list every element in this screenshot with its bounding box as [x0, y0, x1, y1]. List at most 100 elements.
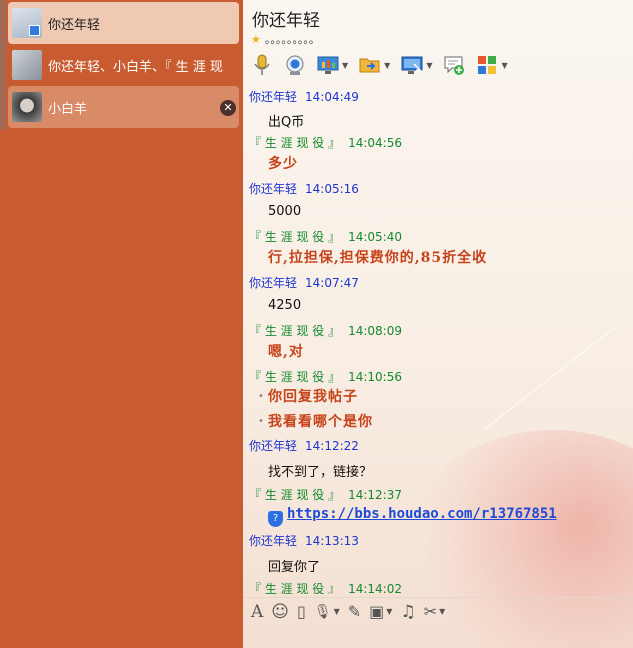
message-header: 『 生 涯 现 役 』 14:10:56 — [249, 368, 402, 385]
message-link-row: ? https://bbs.houdao.com/r13767851 — [268, 506, 557, 527]
sender-name: 『 生 涯 现 役 』 — [249, 136, 341, 150]
bullet-icon: • — [258, 391, 264, 402]
sender-name: 『 生 涯 现 役 』 — [249, 230, 341, 244]
microphone-icon — [251, 54, 273, 76]
star-icon: ★ — [251, 33, 261, 46]
message-header: 你还年轻 14:05:16 — [249, 180, 359, 197]
conversation-name: 你还年轻 — [48, 17, 101, 33]
font-icon: A — [251, 601, 264, 622]
sender-name: 『 生 涯 现 役 』 — [249, 324, 341, 338]
signature-text: 。。。。。。。。。 — [264, 33, 320, 46]
message-time: 14:07:47 — [305, 276, 359, 290]
message-time: 14:04:49 — [305, 90, 359, 104]
voice-call-button[interactable] — [251, 54, 273, 76]
screen-share-button[interactable]: ▼ — [317, 54, 348, 76]
voice-message-button[interactable]: 🎙 ▼ — [314, 604, 340, 620]
security-shield-icon: ? — [268, 511, 283, 527]
chat-log[interactable]: 你还年轻 14:04:49 出Q币 『 生 涯 现 役 』 14:04:56 多少 … — [243, 86, 633, 594]
screenshot-icon: ✂ — [423, 602, 438, 621]
emoji-icon: ☺ — [271, 601, 290, 622]
sender-name: 『 生 涯 现 役 』 — [249, 582, 341, 594]
vibrate-button[interactable]: ▯ — [297, 602, 306, 621]
sidebar-edge — [0, 0, 6, 648]
message-header: 『 生 涯 现 役 』 14:05:40 — [249, 228, 402, 245]
message-text: 嗯,对 — [268, 344, 304, 360]
avatar — [12, 50, 42, 80]
image-icon: ▣ — [369, 602, 385, 621]
chevron-down-icon[interactable]: ▼ — [342, 61, 348, 70]
music-button[interactable]: ♫ — [400, 602, 415, 622]
chevron-down-icon: ▼ — [439, 607, 446, 616]
chevron-down-icon[interactable]: ▼ — [426, 61, 432, 70]
chat-title: 你还年轻 — [252, 11, 320, 31]
message-time: 14:12:22 — [305, 439, 359, 453]
message-header: 你还年轻 14:13:13 — [249, 532, 359, 549]
music-icon: ♫ — [400, 601, 416, 622]
handwriting-button[interactable]: ✎ — [348, 602, 361, 621]
message-header: 『 生 涯 现 役 』 14:08:09 — [249, 322, 402, 339]
message-text: 多少 — [268, 156, 298, 172]
conversation-item-1[interactable]: 你还年轻 — [8, 2, 239, 44]
chat-toolbar: ▼ ▼ ▼ ▼ — [251, 52, 519, 78]
sender-name: 『 生 涯 现 役 』 — [249, 488, 341, 502]
message-link[interactable]: https://bbs.houdao.com/r13767851 — [287, 506, 557, 522]
message-time: 14:12:37 — [348, 488, 402, 502]
vibrate-icon: ▯ — [297, 602, 306, 621]
conversation-item-3[interactable]: 小白羊 ✕ — [8, 86, 239, 128]
message-header: 你还年轻 14:04:49 — [249, 88, 359, 105]
conversation-sidebar: 你还年轻 你还年轻、小白羊、『 生 涯 现 小白羊 ✕ — [0, 0, 243, 648]
message-text: 5000 — [268, 204, 302, 219]
create-group-button[interactable] — [443, 54, 465, 76]
apps-button[interactable]: ▼ — [476, 54, 508, 76]
bullet-icon: • — [258, 416, 264, 427]
message-time: 14:13:13 — [305, 534, 359, 548]
sender-name: 你还年轻 — [249, 534, 298, 548]
chevron-down-icon[interactable]: ▼ — [501, 61, 507, 70]
sender-name: 『 生 涯 现 役 』 — [249, 370, 341, 384]
input-toolbar: A ☺ ▯ 🎙 ▼ ✎ ▣ ▼ ♫ ✂ ▼ — [243, 597, 633, 625]
screenshot-button[interactable]: ✂ ▼ — [424, 602, 446, 621]
chat-window: 你还年轻 ★。。。。。。。。。 ▼ ▼ ▼ ▼ 你还年轻 14:04:49 出Q… — [243, 0, 633, 648]
message-header: 你还年轻 14:12:22 — [249, 437, 359, 454]
send-file-icon — [359, 54, 381, 76]
screen-share-icon — [317, 54, 339, 76]
conversation-item-2[interactable]: 你还年轻、小白羊、『 生 涯 现 — [8, 44, 239, 86]
emoji-button[interactable]: ☺ — [271, 602, 289, 622]
message-header: 『 生 涯 现 役 』 14:12:37 — [249, 486, 402, 503]
voice-message-icon: 🎙 — [313, 603, 332, 620]
avatar — [12, 92, 42, 122]
sender-name: 你还年轻 — [249, 182, 298, 196]
image-button[interactable]: ▣ ▼ — [369, 602, 392, 621]
remote-desktop-button[interactable]: ▼ — [401, 54, 432, 76]
signature-line: ★。。。。。。。。。 — [251, 31, 320, 47]
message-time: 14:08:09 — [348, 324, 402, 338]
message-time: 14:10:56 — [348, 370, 402, 384]
message-text: 出Q币 — [268, 115, 305, 130]
video-call-button[interactable] — [284, 54, 306, 76]
message-header: 你还年轻 14:07:47 — [249, 274, 359, 291]
chevron-down-icon: ▼ — [333, 607, 340, 616]
send-file-button[interactable]: ▼ — [359, 54, 390, 76]
avatar — [12, 8, 42, 38]
message-text: 我看看哪个是你 — [268, 414, 373, 430]
message-text: 回复你了 — [268, 560, 321, 575]
webcam-icon — [284, 54, 306, 76]
message-time: 14:05:16 — [305, 182, 359, 196]
conversation-name: 你还年轻、小白羊、『 生 涯 现 — [48, 59, 223, 75]
handwriting-icon: ✎ — [347, 602, 362, 621]
chevron-down-icon[interactable]: ▼ — [384, 61, 390, 70]
remote-desktop-icon — [401, 54, 423, 76]
message-text: 4250 — [268, 298, 302, 313]
sender-name: 你还年轻 — [249, 439, 298, 453]
apps-icon — [476, 54, 498, 76]
message-text: 行,拉担保,担保费你的,85折全收 — [268, 250, 488, 266]
chevron-down-icon: ▼ — [386, 607, 393, 616]
conversation-name: 小白羊 — [48, 101, 88, 117]
create-group-icon — [443, 54, 465, 76]
close-icon[interactable]: ✕ — [220, 100, 236, 116]
message-header: 『 生 涯 现 役 』 14:04:56 — [249, 134, 402, 151]
sender-name: 你还年轻 — [249, 276, 298, 290]
font-button[interactable]: A — [251, 602, 263, 622]
sender-name: 你还年轻 — [249, 90, 298, 104]
message-time: 14:05:40 — [348, 230, 402, 244]
